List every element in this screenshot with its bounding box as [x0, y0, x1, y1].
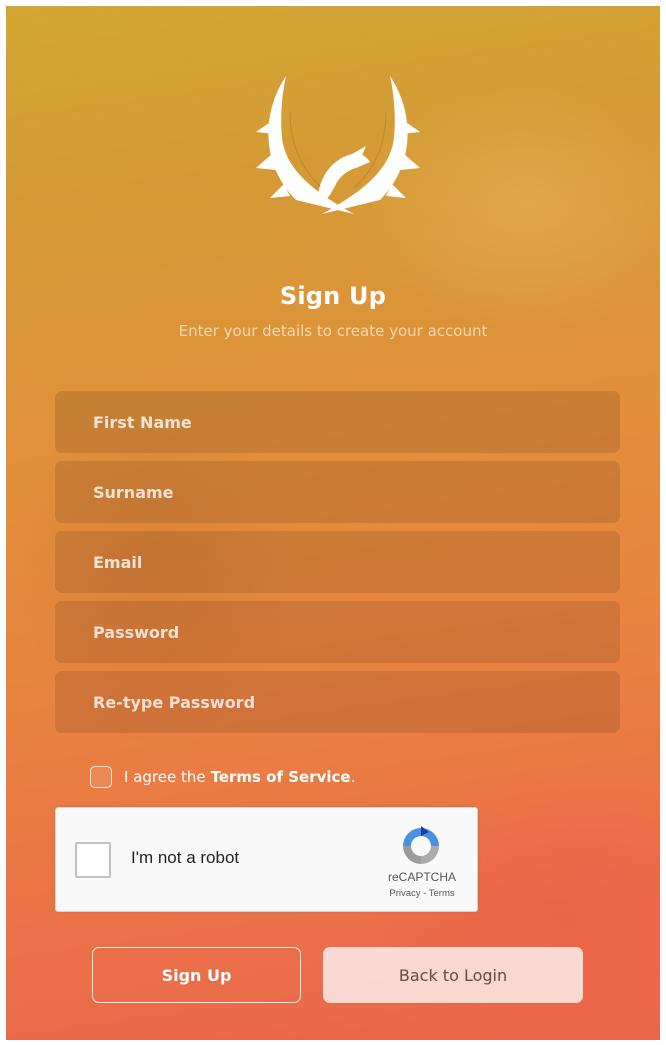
recaptcha-brand: reCAPTCHA	[387, 870, 456, 884]
recaptcha-privacy-terms-links[interactable]: Privacy - Terms	[376, 888, 468, 899]
recaptcha-icon	[403, 826, 439, 864]
password-field[interactable]	[55, 601, 620, 663]
terms-of-service-link[interactable]: Terms of Service	[211, 768, 351, 786]
phoenix-logo-icon	[256, 76, 420, 214]
terms-checkbox[interactable]	[90, 766, 112, 788]
password-input[interactable]	[91, 621, 620, 643]
retype-password-field[interactable]	[55, 671, 620, 733]
email-field[interactable]	[55, 531, 620, 593]
page-subtitle: Enter your details to create your accoun…	[178, 322, 488, 340]
back-to-login-button[interactable]: Back to Login	[323, 947, 583, 1003]
sign-up-button[interactable]: Sign Up	[92, 947, 301, 1003]
surname-field[interactable]	[55, 461, 620, 523]
recaptcha-label: I'm not a robot	[131, 848, 240, 867]
recaptcha-checkbox[interactable]	[75, 842, 111, 878]
recaptcha-widget: I'm not a robot reCAPTCHA Privacy - Term…	[55, 807, 478, 912]
first-name-input[interactable]	[91, 411, 620, 433]
terms-row: I agree the Terms of Service .	[90, 762, 355, 792]
email-input[interactable]	[91, 551, 620, 573]
terms-prefix: I agree the	[124, 768, 206, 786]
first-name-field[interactable]	[55, 391, 620, 453]
signup-page: Sign Up Enter your details to create you…	[6, 6, 660, 1040]
retype-password-input[interactable]	[91, 691, 620, 713]
surname-input[interactable]	[91, 481, 620, 503]
page-title: Sign Up	[279, 282, 387, 310]
terms-suffix: .	[350, 768, 356, 786]
